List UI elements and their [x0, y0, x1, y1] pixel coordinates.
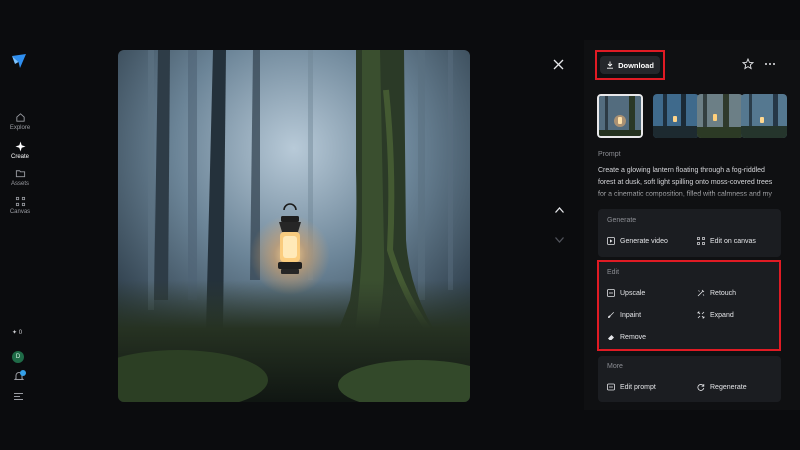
chevron-down-icon[interactable] — [554, 236, 565, 244]
edit-prompt-button[interactable]: Edit prompt — [607, 383, 656, 391]
edit-highlight-box — [597, 260, 781, 351]
regenerate-icon — [697, 384, 705, 391]
prompt-label: Prompt — [598, 151, 621, 158]
edit-on-canvas-button[interactable]: Edit on canvas — [697, 237, 756, 245]
generate-video-button[interactable]: Generate video — [607, 237, 668, 245]
thumbnail-picture — [697, 94, 743, 138]
thumbnail-1[interactable] — [597, 94, 643, 138]
menu-icon[interactable] — [14, 393, 23, 400]
video-icon — [607, 237, 615, 245]
home-icon — [15, 113, 25, 122]
thumbnail-4[interactable] — [741, 94, 787, 138]
thumbnail-picture — [741, 94, 787, 138]
download-highlight-box — [595, 50, 665, 80]
more-options-icon[interactable] — [764, 61, 776, 67]
edit-on-canvas-label: Edit on canvas — [710, 237, 756, 245]
sidebar-item-label: Canvas — [9, 209, 31, 215]
sidebar-item-label: Create — [10, 154, 29, 160]
edit-prompt-icon — [607, 383, 615, 391]
credit-counter[interactable]: ✦ 0 — [12, 329, 22, 336]
folder-icon — [15, 170, 25, 178]
star-icon[interactable] — [742, 58, 754, 70]
forest-lantern-picture — [118, 50, 470, 402]
sidebar-item-create[interactable]: Create — [0, 141, 40, 160]
sidebar-item-label: Assets — [10, 181, 29, 187]
avatar[interactable]: D — [12, 351, 24, 363]
thumbnail-2[interactable] — [653, 94, 699, 138]
generated-image[interactable] — [118, 50, 470, 402]
more-card: More Edit prompt Regenerate — [598, 356, 781, 402]
thumbnail-picture — [653, 94, 699, 138]
app-logo-icon[interactable] — [11, 53, 27, 69]
prompt-fade — [598, 190, 780, 202]
credit-icon: ✦ — [12, 330, 18, 336]
chevron-up-icon[interactable] — [554, 206, 565, 214]
sidebar-item-canvas[interactable]: Canvas — [0, 196, 40, 215]
credit-count: 0 — [18, 330, 23, 336]
generate-video-label: Generate video — [620, 237, 668, 245]
generate-card: Generate Generate video Edit on canvas — [598, 209, 781, 257]
more-title: More — [607, 363, 623, 370]
thumbnail-3[interactable] — [697, 94, 743, 138]
edit-prompt-label: Edit prompt — [620, 383, 656, 391]
close-icon[interactable] — [552, 58, 565, 71]
left-sidebar: Explore Create Assets Canvas ✦ 0 D — [0, 40, 40, 410]
canvas-icon — [697, 237, 705, 245]
sidebar-item-explore[interactable]: Explore — [0, 112, 40, 131]
regenerate-button[interactable]: Regenerate — [697, 383, 747, 391]
canvas-icon — [15, 196, 25, 207]
sidebar-item-label: Explore — [9, 125, 31, 131]
notification-dot — [20, 370, 26, 376]
sidebar-item-assets[interactable]: Assets — [0, 168, 40, 187]
sparkle-icon — [14, 141, 26, 152]
generate-title: Generate — [607, 217, 637, 224]
regenerate-label: Regenerate — [710, 383, 747, 391]
thumbnail-picture — [599, 96, 641, 136]
